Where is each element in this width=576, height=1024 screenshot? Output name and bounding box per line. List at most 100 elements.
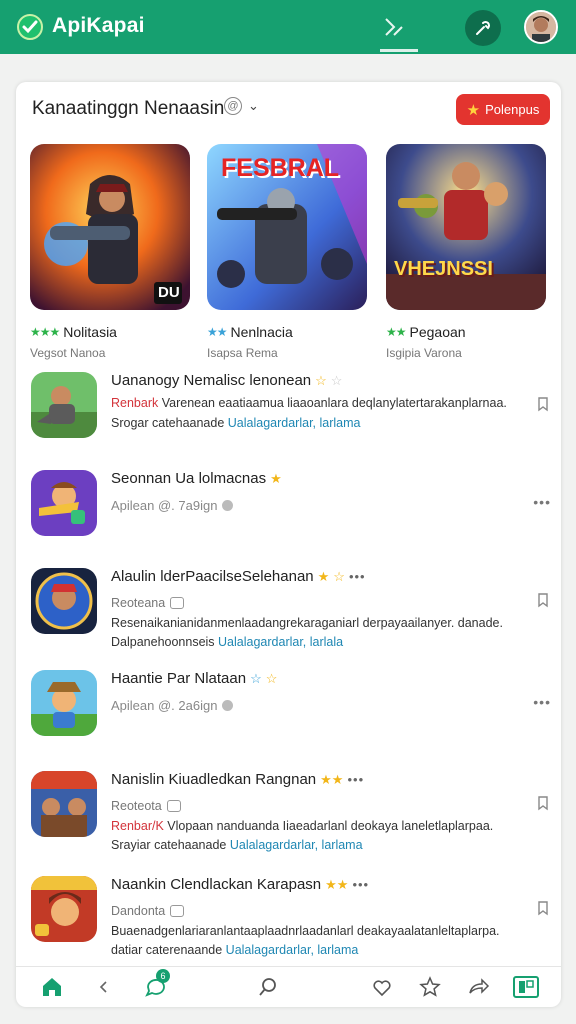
list-item[interactable]: Seonnan Ua lolmacnas ★ Apilean @. 7a9ign…: [31, 470, 551, 536]
featured-name-row: ★★ Pegaoan: [386, 324, 546, 340]
featured-art-2[interactable]: FESBRAL: [207, 144, 367, 310]
tool-button[interactable]: [465, 10, 501, 46]
list-item-meta: Reoteana: [111, 596, 185, 610]
list-item-desc: Renbar/K Vlopaan nanduanda Iiaeadarlanl …: [111, 819, 493, 833]
featured-art-3[interactable]: VHEJNSSI: [386, 144, 546, 310]
list-item-desc: Resenaikanianidanmenlaadangrekaraganiarl…: [111, 616, 503, 630]
featured-sub: Isapsa Rema: [207, 346, 278, 360]
list-item-desc-2: datiar caterenaande Ualalagardarlar, lar…: [111, 943, 358, 957]
rating-stars: ☆: [330, 372, 343, 388]
list-item-title-text: Seonnan Ua lolmacnas: [111, 470, 267, 487]
more-icon[interactable]: •••: [533, 494, 551, 510]
list-item-meta: Dandonta: [111, 904, 185, 918]
list-item-title: Alaulin lderPaacilseSelehanan ★ ☆ •••: [111, 568, 366, 585]
rating-stars: ☆: [315, 372, 327, 388]
desc-link[interactable]: Ualalagardarlar, larlama: [228, 416, 361, 430]
list-item-desc: Renbark Varenean eaatiaamua liaaoanlara …: [111, 396, 507, 410]
rating-stars: ★: [270, 470, 282, 486]
image-icon: [170, 597, 185, 609]
list-item[interactable]: Alaulin lderPaacilseSelehanan ★ ☆ ••• Reo…: [31, 568, 551, 649]
share-icon[interactable]: [466, 975, 490, 999]
chat-badge: 6: [156, 969, 170, 983]
featured-art-1[interactable]: DU: [30, 144, 190, 310]
app-icon[interactable]: [31, 568, 97, 634]
share-icon[interactable]: [380, 13, 408, 41]
featured-name: Nolitasia: [63, 324, 117, 340]
bookmark-icon[interactable]: [535, 396, 551, 412]
list-item-title: Naankin Clendlackan Karapasn ★★ •••: [111, 876, 369, 893]
info-icon[interactable]: @: [224, 97, 242, 115]
desc-link[interactable]: Ualalagardarlar, larlala: [218, 635, 343, 649]
desc-link[interactable]: Ualalagardarlar, larlama: [230, 838, 363, 852]
chat-button[interactable]: 6: [144, 969, 170, 1001]
rating-stars: ☆: [333, 568, 345, 584]
app-icon[interactable]: [31, 372, 97, 438]
list-item-title: Seonnan Ua lolmacnas ★: [111, 470, 282, 487]
more-icon[interactable]: •••: [352, 877, 369, 892]
app-header: ApiKapai: [0, 0, 576, 54]
desc-text: Srogar catehaanade: [111, 416, 228, 430]
bookmark-icon[interactable]: [535, 795, 551, 811]
star-icon: ★: [466, 101, 481, 119]
list-item[interactable]: Haantie Par Nlataan ☆ ☆ Apilean @. 2a6ign…: [31, 670, 551, 736]
featured-name: Nenlnacia: [230, 324, 293, 340]
more-icon[interactable]: •••: [347, 772, 364, 787]
featured-sub: Vegsot Nanoa: [30, 346, 106, 360]
list-item-desc-2: Dalpanehoonnseis Ualalagardarlar, larlal…: [111, 635, 343, 649]
globe-icon: [222, 500, 234, 511]
list-item-meta: Apilean @. 7a9ign: [111, 498, 234, 513]
app-title: ApiKapai: [52, 14, 145, 37]
meta-text: Apilean @. 2a6ign: [111, 698, 218, 713]
active-tab-indicator: [380, 49, 418, 52]
desc-text: Vlopaan nanduanda Iiaeadarlanl deokaya l…: [163, 819, 494, 833]
list-item-title: Nanislin Kiuadledkan Rangnan ★★ •••: [111, 771, 364, 788]
rating-stars: ★★: [320, 771, 344, 787]
section-controls[interactable]: @ ⌄: [224, 97, 259, 115]
list-item[interactable]: Naankin Clendlackan Karapasn ★★ ••• Dand…: [31, 876, 551, 957]
featured-name-row: ★★ Nenlnacia: [207, 324, 367, 340]
more-icon[interactable]: •••: [349, 569, 366, 584]
list-item[interactable]: Nanislin Kiuadledkan Rangnan ★★ ••• Reot…: [31, 771, 551, 852]
image-icon: [170, 905, 185, 917]
check-shield-icon[interactable]: [16, 13, 44, 41]
app-icon[interactable]: [31, 470, 97, 536]
app-icon[interactable]: [31, 876, 97, 942]
promo-button[interactable]: ★ Polenpus: [456, 94, 550, 125]
home-icon[interactable]: [40, 975, 64, 999]
desc-link[interactable]: Ualalagardarlar, larlama: [226, 943, 359, 957]
avatar[interactable]: [524, 10, 558, 44]
heart-icon[interactable]: [370, 975, 394, 999]
list-item-title-text: Naankin Clendlackan Karapasn: [111, 876, 322, 893]
featured-app-1[interactable]: DU ★★★ Nolitasia Vegsot Nanoa: [30, 144, 190, 360]
app-icon[interactable]: [31, 670, 97, 736]
meta-text: Reoteota: [111, 799, 162, 813]
star-icon[interactable]: [418, 975, 442, 999]
desc-text: Dalpanehoonnseis: [111, 635, 219, 649]
featured-app-2[interactable]: FESBRAL ★★ Nenlnacia Isapsa Rema: [207, 144, 367, 360]
back-icon[interactable]: [92, 975, 116, 999]
meta-text: Apilean @. 7a9ign: [111, 498, 218, 513]
featured-art-text: DU: [158, 284, 180, 301]
meta-text: Reoteana: [111, 596, 166, 610]
section-title: Kanaatinggn Nenaasin: [32, 98, 225, 119]
grid-icon[interactable]: [512, 975, 540, 999]
list-item[interactable]: Uananogy Nemalisc lenonean ☆ ☆ Renbark Va…: [31, 372, 551, 442]
tag-label: Renbar/K: [111, 819, 164, 833]
search-icon[interactable]: [256, 975, 280, 999]
list-item-desc-2: Srayiar catehaanade Ualalagardarlar, lar…: [111, 838, 363, 852]
app-icon[interactable]: [31, 771, 97, 837]
rating-stars: ★★★: [30, 325, 60, 339]
rating-stars: ★★: [325, 876, 349, 892]
list-item-meta: Apilean @. 2a6ign: [111, 698, 234, 713]
featured-art-text: VHEJNSSI: [394, 258, 493, 280]
featured-app-3[interactable]: VHEJNSSI ★★ Pegaoan Isgipia Varona: [386, 144, 546, 360]
chevron-down-icon[interactable]: ⌄: [248, 98, 259, 114]
more-icon[interactable]: •••: [533, 694, 551, 710]
list-item-title-text: Haantie Par Nlataan: [111, 670, 247, 687]
featured-art-text: FESBRAL: [221, 154, 340, 182]
rating-stars: ★★: [207, 325, 227, 339]
content-card: Kanaatinggn Nenaasin @ ⌄ ★ Polenpus DU ★…: [16, 82, 561, 1007]
bookmark-icon[interactable]: [535, 900, 551, 916]
featured-name-row: ★★★ Nolitasia: [30, 324, 190, 340]
bookmark-icon[interactable]: [535, 592, 551, 608]
